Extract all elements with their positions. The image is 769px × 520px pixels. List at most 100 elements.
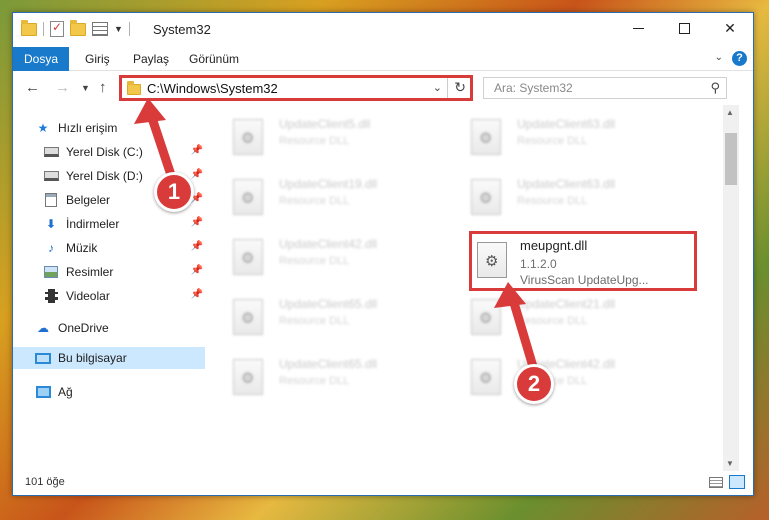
sidebar-item-network[interactable]: Ağ	[35, 381, 205, 403]
large-icons-view-icon[interactable]	[729, 475, 745, 489]
drive-icon	[43, 171, 59, 181]
pin-icon[interactable]: 📌	[191, 265, 203, 276]
address-bar[interactable]: C:\Windows\System32 ⌄ ↻	[119, 75, 473, 101]
dll-file-icon	[233, 179, 263, 215]
file-description: Resource DLL	[279, 375, 350, 387]
folder-icon	[127, 81, 141, 95]
navigation-bar: ← → ▼ ↑ C:\Windows\System32 ⌄ ↻ Ara: Sys…	[13, 71, 753, 105]
title-bar: ▼ System32 ✕	[13, 13, 753, 47]
dll-file-icon	[233, 299, 263, 335]
sidebar-item-label: Resimler	[66, 265, 114, 279]
window-title: System32	[153, 22, 211, 37]
scroll-up-icon[interactable]: ▲	[726, 108, 734, 117]
file-description: Resource DLL	[517, 135, 588, 147]
new-folder-icon[interactable]	[70, 19, 86, 36]
pin-icon[interactable]: 📌	[191, 289, 203, 300]
sidebar-item-label: İndirmeler	[66, 217, 120, 231]
tab-view[interactable]: Görünüm	[179, 47, 249, 71]
file-item-meupgnt-dll[interactable]: meupgnt.dll 1.1.2.0 VirusScan UpdateUpg.…	[469, 231, 697, 291]
file-item[interactable]: UpdateClient63.dll Resource DLL	[463, 107, 693, 163]
pin-icon[interactable]: 📌	[191, 241, 203, 252]
file-description: Resource DLL	[279, 195, 350, 207]
search-input[interactable]: Ara: System32 ⚲	[483, 77, 727, 99]
properties-icon[interactable]	[92, 22, 108, 36]
folder-icon	[21, 19, 37, 36]
sidebar-item-this-pc[interactable]: Bu bilgisayar	[13, 347, 205, 369]
video-icon	[44, 289, 58, 303]
file-item[interactable]: UpdateClient42.dll Resource DLL	[463, 347, 693, 403]
scroll-down-icon[interactable]: ▼	[726, 459, 734, 468]
network-icon	[35, 386, 51, 398]
star-icon: ★	[37, 121, 49, 135]
tab-share[interactable]: Paylaş	[123, 47, 179, 71]
navigation-pane: ★ Hızlı erişim Yerel Disk (C:) 📌 Yerel D…	[13, 105, 209, 471]
close-button[interactable]: ✕	[707, 13, 753, 43]
file-item[interactable]: UpdateClient65.dll Resource DLL	[225, 347, 455, 403]
pin-icon[interactable]: 📌	[191, 145, 203, 156]
dll-file-icon	[471, 179, 501, 215]
details-view-icon[interactable]	[709, 477, 723, 488]
ribbon-expand-chevron-icon[interactable]: ⌄	[715, 52, 723, 63]
file-name: UpdateClient21.dll	[517, 297, 616, 311]
dll-file-icon	[471, 299, 501, 335]
dll-file-icon	[233, 359, 263, 395]
quick-access-toolbar: ▼	[21, 19, 130, 37]
file-description: VirusScan UpdateUpg...	[520, 273, 649, 287]
file-version: 1.1.2.0	[520, 257, 557, 271]
dll-file-icon	[233, 119, 263, 155]
help-icon[interactable]: ?	[732, 51, 747, 66]
annotation-badge-1: 1	[154, 172, 194, 212]
scrollbar-thumb[interactable]	[725, 133, 737, 185]
sidebar-item-label: OneDrive	[58, 321, 109, 335]
pictures-icon	[44, 266, 58, 278]
properties-check-icon[interactable]	[50, 20, 64, 37]
customize-toolbar-chevron-icon[interactable]: ▼	[114, 24, 123, 34]
file-name: UpdateClient63.dll	[517, 177, 616, 191]
music-icon: ♪	[48, 241, 54, 255]
sidebar-item-label: Belgeler	[66, 193, 111, 207]
status-bar: 101 öğe	[13, 471, 753, 495]
file-item[interactable]: UpdateClient21.dll Resource DLL	[463, 287, 693, 343]
sidebar-item-pictures[interactable]: Resimler 📌	[43, 261, 205, 283]
address-history-chevron-icon[interactable]: ⌄	[433, 81, 442, 94]
maximize-button[interactable]	[661, 13, 707, 43]
sidebar-item-local-disk-c[interactable]: Yerel Disk (C:) 📌	[43, 141, 205, 163]
address-path[interactable]: C:\Windows\System32	[147, 81, 278, 96]
sidebar-item-label: Yerel Disk (D:)	[66, 169, 143, 183]
file-description: Resource DLL	[279, 135, 350, 147]
dll-file-icon	[233, 239, 263, 275]
file-item[interactable]: UpdateClient42.dll Resource DLL	[225, 227, 455, 283]
search-placeholder: Ara: System32	[494, 81, 573, 95]
forward-arrow-icon[interactable]: →	[55, 79, 70, 96]
computer-icon	[35, 352, 51, 364]
file-item[interactable]: UpdateClient19.dll Resource DLL	[225, 167, 455, 223]
file-item[interactable]: UpdateClient65.dll Resource DLL	[225, 287, 455, 343]
file-description: Resource DLL	[517, 315, 588, 327]
download-icon: ⬇	[45, 217, 57, 231]
pin-icon[interactable]: 📌	[191, 217, 203, 228]
file-item[interactable]: UpdateClient63.dll Resource DLL	[463, 167, 693, 223]
maximize-icon	[678, 22, 690, 34]
minimize-button[interactable]	[615, 13, 661, 43]
recent-locations-chevron-icon[interactable]: ▼	[81, 83, 90, 93]
toolbar-divider	[128, 22, 130, 36]
tab-home[interactable]: Giriş	[75, 47, 120, 71]
drive-icon	[43, 147, 59, 157]
vertical-scrollbar[interactable]: ▲ ▼	[723, 105, 739, 471]
sidebar-item-downloads[interactable]: ⬇ İndirmeler 📌	[43, 213, 205, 235]
file-item[interactable]: UpdateClient5.dll Resource DLL	[225, 107, 455, 163]
sidebar-item-label: Ağ	[58, 385, 73, 399]
search-icon[interactable]: ⚲	[710, 80, 720, 96]
ribbon-tabs: Dosya Giriş Paylaş Görünüm ⌄ ?	[13, 47, 753, 103]
pin-icon[interactable]: 📌	[191, 169, 203, 180]
back-arrow-icon[interactable]: ←	[25, 79, 40, 96]
sidebar-item-music[interactable]: ♪ Müzik 📌	[43, 237, 205, 259]
sidebar-item-onedrive[interactable]: ☁ OneDrive	[35, 317, 205, 339]
documents-icon	[45, 193, 57, 207]
annotation-badge-2: 2	[514, 364, 554, 404]
sidebar-item-videos[interactable]: Videolar 📌	[43, 285, 205, 307]
sidebar-item-label: Yerel Disk (C:)	[66, 145, 143, 159]
sidebar-item-quick-access[interactable]: ★ Hızlı erişim	[35, 117, 205, 139]
up-arrow-icon[interactable]: ↑	[99, 79, 107, 96]
refresh-icon[interactable]: ↻	[454, 79, 466, 96]
